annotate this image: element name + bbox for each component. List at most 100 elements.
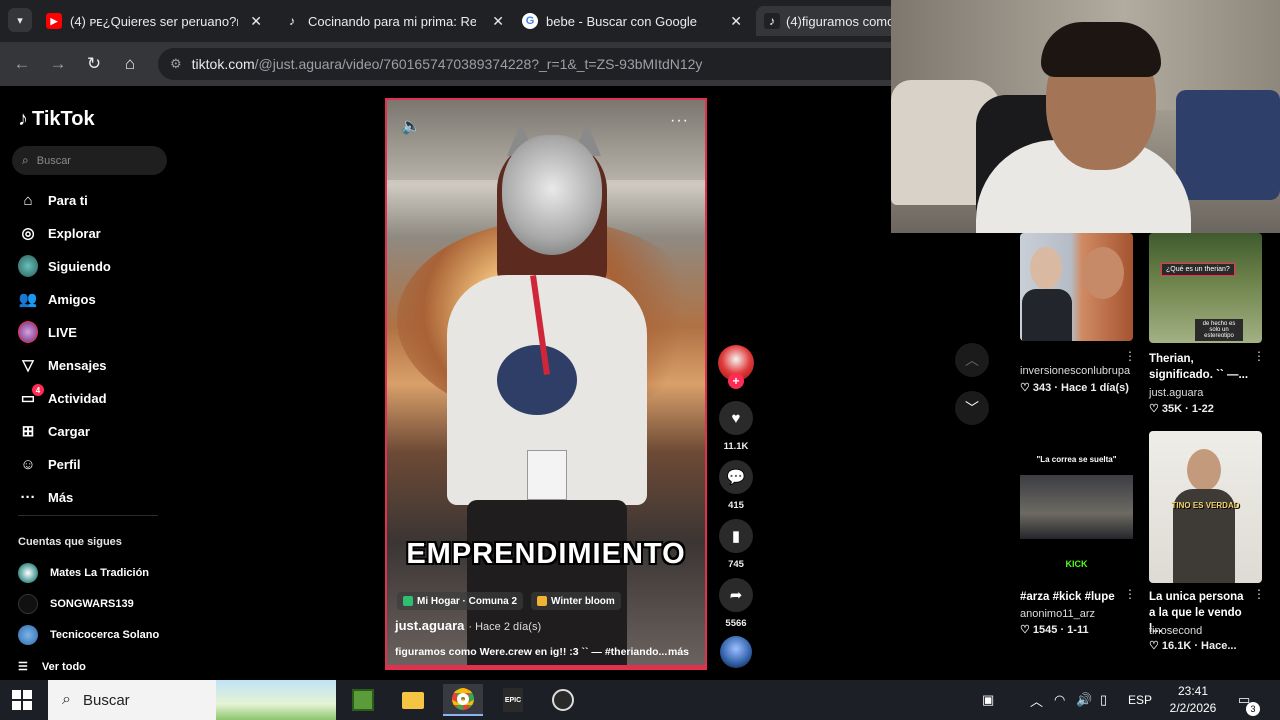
comment-count: 415: [728, 500, 744, 511]
more-options-icon[interactable]: ⋮: [1124, 349, 1136, 363]
notifications-icon[interactable]: ▭ 3: [1238, 680, 1260, 720]
inbox-icon: ▭ 4: [18, 384, 44, 408]
following-name: SONGWARS139: [50, 598, 134, 610]
epic-games-icon[interactable]: EPIC: [493, 684, 533, 716]
video-description: figuramos como Were.crew en ig!! :3 `` —…: [395, 646, 668, 658]
card-stats: ♡ 343 · Hace 1 día(s): [1020, 381, 1129, 394]
tab-tiktok-active[interactable]: ♪ (4)figuramos como W: [756, 6, 896, 36]
video-scene-badge: [527, 450, 567, 500]
like-action[interactable]: ♥ 11.1K: [718, 401, 754, 452]
video-author[interactable]: just.aguara: [395, 618, 464, 633]
video-player[interactable]: 🔈 ··· EMPRENDIMIENTO Mi Hogar · Comuna 2…: [385, 98, 707, 670]
search-input[interactable]: ⌕ Buscar: [12, 146, 167, 175]
nav-mas[interactable]: ··· Más: [18, 485, 74, 509]
nav-explorar[interactable]: ◎ Explorar: [18, 221, 100, 245]
recommended-video-card[interactable]: "La correa se suelta" KICK #arza #kick #…: [1020, 431, 1136, 641]
video-overlay-text: EMPRENDIMIENTO: [406, 538, 686, 570]
search-icon: ⌕: [62, 691, 71, 708]
taskbar-search[interactable]: ⌕ Buscar: [48, 680, 336, 720]
share-icon[interactable]: ➦: [719, 578, 753, 612]
tab-google[interactable]: G bebe - Buscar con Google ✕: [522, 6, 748, 36]
close-icon[interactable]: ✕: [250, 13, 262, 30]
bookmark-icon[interactable]: ▮: [719, 519, 753, 553]
effect-chip[interactable]: Winter bloom: [531, 592, 621, 610]
usb-icon[interactable]: ▯: [1100, 680, 1107, 720]
recommended-video-card[interactable]: TINO ES VERDAD La unica persona a la que…: [1149, 431, 1265, 656]
close-icon[interactable]: ✕: [492, 13, 504, 30]
system-clock[interactable]: 23:41 2/2/2026: [1160, 683, 1226, 717]
close-icon[interactable]: ✕: [730, 13, 742, 30]
recommended-video-card[interactable]: ⋮ inversionesconlubrupa ♡ 343 · Hace 1 d…: [1020, 233, 1136, 403]
see-all-link[interactable]: ☰ Ver todo: [18, 660, 86, 674]
nav-label: Cargar: [48, 423, 90, 439]
windows-start-icon[interactable]: [12, 690, 32, 710]
video-progress-bar[interactable]: [387, 665, 705, 668]
video-author-row: just.aguara · Hace 2 día(s): [395, 618, 541, 633]
clock-date: 2/2/2026: [1169, 701, 1217, 715]
following-avatar-icon: [18, 255, 38, 277]
see-more-link[interactable]: más: [668, 646, 689, 658]
nav-siguiendo[interactable]: Siguiendo: [18, 254, 111, 278]
location-chip[interactable]: Mi Hogar · Comuna 2: [397, 592, 524, 610]
save-action[interactable]: ▮ 745: [718, 519, 754, 570]
share-action[interactable]: ➦ 5566: [718, 578, 754, 629]
volume-icon[interactable]: 🔊: [1076, 680, 1092, 720]
card-stats-text: 1545 · 1-11: [1032, 624, 1089, 636]
tab-tiktok-cocinando[interactable]: ♪ Cocinando para mi prima: Rece ✕: [284, 6, 510, 36]
comment-action[interactable]: 💬 415: [718, 460, 754, 511]
nav-amigos[interactable]: 👥 Amigos: [18, 287, 96, 311]
tiktok-icon: ♪: [18, 108, 28, 130]
following-item[interactable]: SONGWARS139: [18, 593, 134, 615]
nav-live[interactable]: LIVE: [18, 320, 77, 344]
minecraft-icon[interactable]: [343, 684, 383, 716]
friends-icon: 👥: [18, 291, 38, 308]
obs-icon[interactable]: [543, 684, 583, 716]
more-options-icon[interactable]: ⋮: [1253, 587, 1265, 601]
music-disc-icon[interactable]: [720, 636, 752, 668]
heart-icon[interactable]: ♥: [719, 401, 753, 435]
network-icon[interactable]: ◠: [1054, 680, 1065, 720]
home-icon[interactable]: ⌂: [118, 52, 142, 76]
more-options-icon[interactable]: ⋮: [1124, 587, 1136, 601]
comment-icon[interactable]: 💬: [719, 460, 753, 494]
tab-title: (4) ᴘᴇ¿Quieres ser peruano?ᴘᴇ #: [70, 13, 238, 29]
volume-icon[interactable]: 🔈: [401, 116, 421, 136]
site-info-icon[interactable]: ⚙: [170, 56, 182, 72]
webcam-overlay: [891, 0, 1280, 233]
tiktok-logo[interactable]: ♪ TikTok: [18, 108, 95, 131]
share-count: 5566: [725, 618, 747, 629]
video-thumbnail[interactable]: TINO ES VERDAD: [1149, 431, 1262, 583]
following-item[interactable]: Tecnicocerca Solano: [18, 624, 159, 646]
nav-mensajes[interactable]: ▽ Mensajes: [18, 353, 107, 377]
reload-icon[interactable]: ↻: [82, 52, 106, 76]
chrome-icon[interactable]: [443, 684, 483, 716]
address-bar[interactable]: ⚙ tiktok.com/@just.aguara/video/76016574…: [158, 48, 918, 80]
tab-search-button[interactable]: ▾: [8, 8, 32, 32]
language-indicator[interactable]: ESP: [1128, 680, 1152, 720]
nav-perfil[interactable]: ☺ Perfil: [18, 452, 80, 476]
recommended-video-card[interactable]: ¿Qué es un therian? de hecho es solo un …: [1149, 233, 1265, 418]
display-icon[interactable]: ▣: [982, 680, 994, 720]
back-icon[interactable]: ←: [10, 52, 34, 76]
search-icon: ⌕: [22, 153, 29, 167]
nav-cargar[interactable]: ⊞ Cargar: [18, 419, 90, 443]
chevron-up-icon[interactable]: ︿: [955, 343, 989, 377]
more-options-icon[interactable]: ···: [670, 112, 689, 130]
video-thumbnail[interactable]: [1020, 233, 1133, 341]
more-options-icon[interactable]: ⋮: [1253, 349, 1265, 363]
video-thumbnail[interactable]: ¿Qué es un therian? de hecho es solo un …: [1149, 233, 1262, 343]
tab-youtube[interactable]: ▶ (4) ᴘᴇ¿Quieres ser peruano?ᴘᴇ # ✕: [46, 6, 268, 36]
chevron-down-icon[interactable]: ﹀: [955, 391, 989, 425]
following-name: Mates La Tradición: [50, 567, 150, 579]
folder-icon[interactable]: [393, 684, 433, 716]
video-thumbnail[interactable]: "La correa se suelta" KICK: [1020, 431, 1133, 581]
thumbnail-caption: ¿Qué es un therian?: [1161, 263, 1235, 276]
follow-plus-icon[interactable]: +: [728, 373, 744, 389]
chevron-up-icon[interactable]: ︿: [1030, 680, 1043, 720]
forward-icon[interactable]: →: [46, 52, 70, 76]
following-item[interactable]: Mates La Tradición: [18, 562, 149, 584]
nav-label: Mensajes: [48, 357, 107, 373]
nav-actividad[interactable]: ▭ 4 Actividad: [18, 384, 107, 410]
nav-para-ti[interactable]: ⌂ Para ti: [18, 188, 87, 212]
notification-badge: 4: [32, 384, 44, 396]
